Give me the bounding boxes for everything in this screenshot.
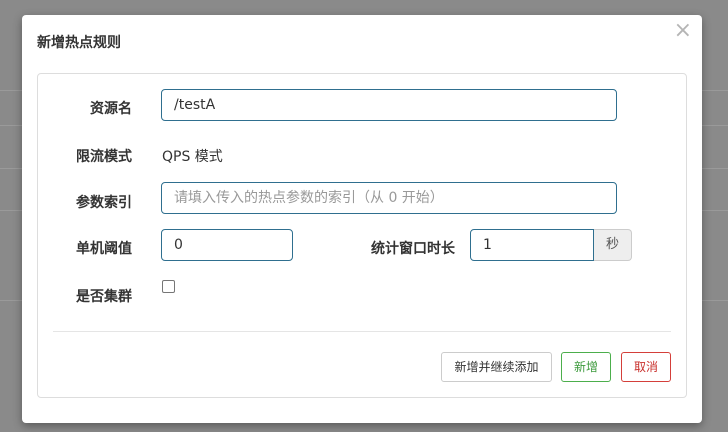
seconds-unit-addon: 秒 [594, 229, 632, 261]
cluster-checkbox[interactable] [162, 280, 175, 293]
add-and-continue-button[interactable]: 新增并继续添加 [441, 352, 552, 382]
add-button[interactable]: 新增 [561, 352, 611, 382]
cancel-button[interactable]: 取消 [621, 352, 671, 382]
limit-mode-value: QPS 模式 [162, 149, 223, 165]
add-hotspot-rule-dialog: 新增热点规则 × 资源名 限流模式 QPS 模式 参数索引 单机阈值 统计窗口时… [22, 15, 702, 423]
threshold-label: 单机阈值 [76, 241, 132, 257]
stat-window-label: 统计窗口时长 [371, 241, 455, 257]
cluster-label: 是否集群 [76, 289, 132, 305]
threshold-input[interactable] [161, 229, 293, 261]
rule-form-panel: 资源名 限流模式 QPS 模式 参数索引 单机阈值 统计窗口时长 秒 是否集群 … [37, 73, 687, 398]
dialog-title: 新增热点规则 [37, 35, 121, 51]
close-icon[interactable]: × [674, 19, 692, 43]
resource-name-input[interactable] [161, 89, 617, 121]
form-divider [53, 331, 671, 332]
limit-mode-label: 限流模式 [76, 149, 132, 165]
stat-window-input[interactable] [470, 229, 594, 261]
param-index-input[interactable] [161, 182, 617, 214]
param-index-label: 参数索引 [76, 195, 132, 211]
resource-name-label: 资源名 [90, 101, 132, 117]
